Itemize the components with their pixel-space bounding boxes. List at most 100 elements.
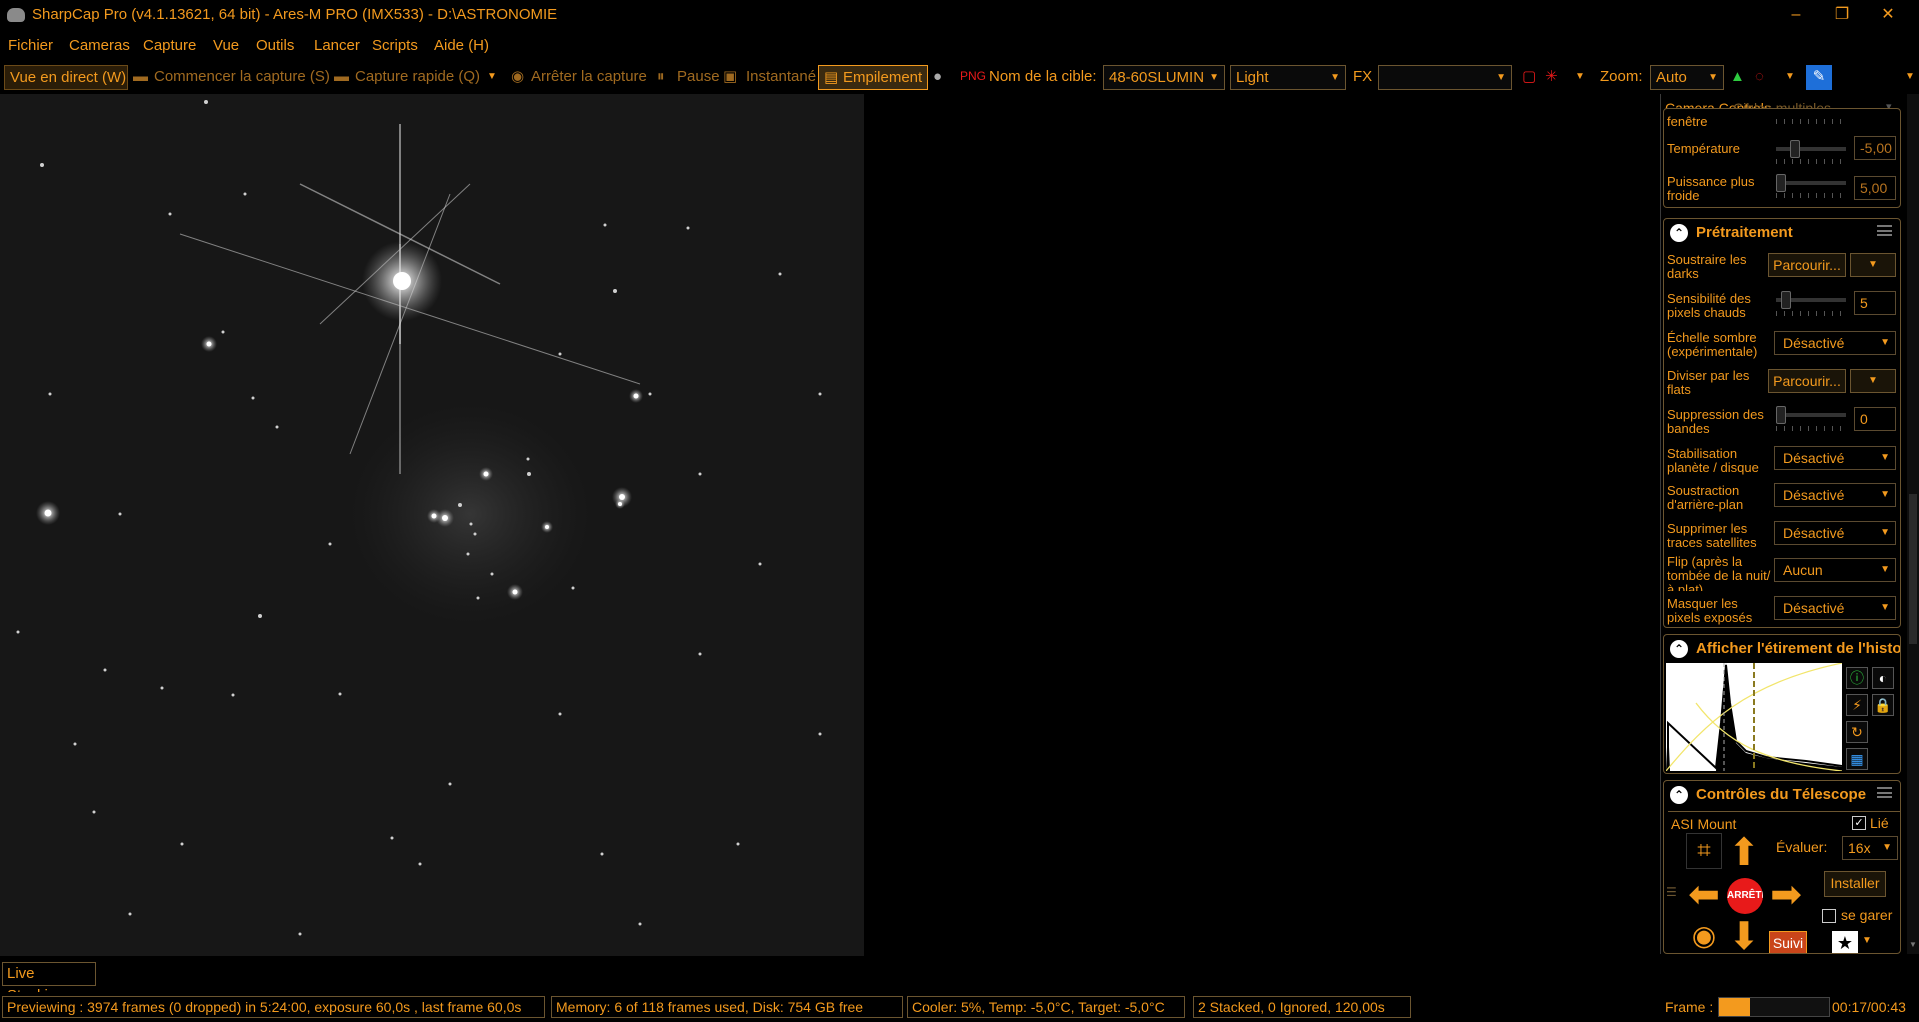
darks-dropdown[interactable]: ▼	[1850, 253, 1896, 277]
temperature-input[interactable]: -5,00	[1854, 136, 1896, 160]
move-south-button[interactable]: ⬇	[1724, 917, 1764, 953]
live-stacking-tab[interactable]: Live Stacking	[2, 962, 96, 1004]
menu-cameras[interactable]: Cameras	[69, 37, 130, 54]
restore-button[interactable]: ❐	[1819, 0, 1865, 30]
stop-button[interactable]: ARRÊTER	[1727, 878, 1763, 914]
menu-vue[interactable]: Vue	[213, 37, 239, 54]
cooler-power-slider-thumb[interactable]	[1776, 174, 1786, 192]
flip-select[interactable]: Aucun ▼	[1774, 558, 1896, 582]
stabilization-select[interactable]: Désactivé ▼	[1774, 446, 1896, 470]
menu-lancer[interactable]: Lancer	[314, 37, 360, 54]
viewer-background	[864, 94, 1654, 956]
install-button[interactable]: Installer	[1824, 871, 1886, 897]
background-subtraction-select[interactable]: Désactivé ▼	[1774, 483, 1896, 507]
stop-capture-button[interactable]: Arrêter la capture	[531, 65, 647, 90]
menu-scripts[interactable]: Scripts	[372, 37, 418, 54]
spiral-search-icon[interactable]: ⌗	[1686, 833, 1722, 869]
stop-circle-icon: ◉	[511, 68, 525, 85]
status-memory: Memory: 6 of 118 frames used, Disk: 754 …	[551, 996, 903, 1018]
hot-pixel-input[interactable]: 5	[1854, 291, 1896, 315]
move-west-button[interactable]: ⬅	[1684, 875, 1724, 915]
stacking-button[interactable]: ▤ Empilement	[818, 65, 928, 90]
rate-select[interactable]: 16x ▼	[1842, 836, 1898, 860]
telescope-header[interactable]: ⌃ Contrôles du Télescope	[1670, 786, 1866, 806]
lock-icon[interactable]: 🔒	[1872, 694, 1894, 716]
preprocessing-header[interactable]: ⌃ Prétraitement	[1670, 224, 1793, 244]
quick-capture-dropdown-icon[interactable]: ▼	[487, 65, 497, 90]
flats-dropdown[interactable]: ▼	[1850, 369, 1896, 393]
crosshair-icon[interactable]: ✳	[1545, 65, 1558, 90]
moon-icon[interactable]: ●	[933, 65, 942, 90]
info-icon[interactable]: ⓘ	[1846, 667, 1868, 689]
banding-input[interactable]: 0	[1854, 407, 1896, 431]
satellite-value: Désactivé	[1783, 525, 1845, 541]
menu-fichier[interactable]: Fichier	[8, 37, 53, 54]
temperature-slider-thumb[interactable]	[1790, 140, 1800, 158]
scroll-down-icon[interactable]: ▼	[1909, 940, 1917, 949]
histogram-icon[interactable]: ▲	[1730, 65, 1745, 90]
menu-capture[interactable]: Capture	[143, 37, 196, 54]
banding-slider-ticks	[1776, 426, 1846, 431]
star-icon[interactable]: ★	[1832, 931, 1858, 953]
reset-icon[interactable]: ↻	[1846, 721, 1868, 743]
browse-flats-button[interactable]: Parcourir...	[1768, 369, 1846, 393]
target-name-select[interactable]: 48-60SLUMIN ▼	[1103, 65, 1225, 90]
overlay-dropdown-icon[interactable]: ▼	[1575, 65, 1585, 90]
banding-slider-thumb[interactable]	[1776, 406, 1786, 424]
hot-pixel-slider[interactable]	[1776, 291, 1846, 309]
rate-value: 16x	[1848, 840, 1871, 856]
histogram-header[interactable]: ⌃ Afficher l'étirement de l'histogramme	[1670, 640, 1900, 660]
rate-label: Évaluer:	[1776, 839, 1828, 855]
menu-icon[interactable]	[1877, 225, 1892, 236]
dark-scale-select[interactable]: Désactivé ▼	[1774, 331, 1896, 355]
linked-checkbox[interactable]: ✓	[1852, 816, 1866, 830]
mask-exposed-select[interactable]: Désactivé ▼	[1774, 596, 1896, 620]
start-capture-button[interactable]: Commencer la capture (S)	[154, 65, 330, 90]
live-view-button[interactable]: Vue en direct (W)	[4, 65, 128, 90]
move-north-button[interactable]: ⬆	[1724, 833, 1764, 873]
snapshot-button[interactable]: Instantané	[746, 65, 816, 90]
move-east-button[interactable]: ➡	[1766, 875, 1806, 915]
toolbar-overflow-icon[interactable]: ▼	[1905, 65, 1915, 90]
save-icon[interactable]: ▦	[1846, 748, 1868, 770]
fx-select[interactable]: ▼	[1378, 65, 1512, 90]
park-checkbox[interactable]	[1822, 909, 1836, 923]
collapse-icon[interactable]: ⌃	[1670, 224, 1688, 243]
panel-scrollbar[interactable]: ▼	[1907, 94, 1919, 954]
menu-outils[interactable]: Outils	[256, 37, 294, 54]
scrollbar-thumb[interactable]	[1909, 494, 1917, 644]
dark-scale-value: Désactivé	[1783, 335, 1845, 351]
png-icon[interactable]: PNG	[960, 65, 986, 90]
home-target-icon[interactable]: ◉	[1686, 919, 1722, 953]
temperature-slider[interactable]	[1776, 140, 1846, 158]
cooler-power-input[interactable]: 5,00	[1854, 176, 1896, 200]
hot-pixel-slider-thumb[interactable]	[1781, 291, 1791, 309]
pause-button[interactable]: Pause	[677, 65, 720, 90]
menu-aide[interactable]: Aide (H)	[434, 37, 489, 54]
frame-type-select[interactable]: Light ▼	[1230, 65, 1346, 90]
linked-label: Lié	[1870, 815, 1889, 831]
quick-capture-button[interactable]: Capture rapide (Q)	[355, 65, 480, 90]
banding-slider[interactable]	[1776, 406, 1846, 424]
contrast-icon[interactable]: ◐	[1872, 667, 1894, 689]
histogram-chart[interactable]	[1666, 663, 1842, 771]
chevron-down-icon: ▼	[1880, 602, 1890, 613]
cooler-power-slider[interactable]	[1776, 174, 1846, 192]
roi-icon[interactable]: ▢	[1522, 65, 1536, 90]
satellite-select[interactable]: Désactivé ▼	[1774, 521, 1896, 545]
image-viewer[interactable]	[0, 94, 864, 956]
browse-darks-button[interactable]: Parcourir...	[1768, 253, 1846, 277]
chevron-down-icon[interactable]: ▼	[1862, 935, 1872, 946]
auto-stretch-icon[interactable]: ⚡	[1846, 694, 1868, 716]
close-button[interactable]: ✕	[1865, 0, 1911, 30]
minimize-button[interactable]: –	[1773, 0, 1819, 30]
collapse-icon[interactable]: ⌃	[1670, 640, 1688, 659]
menu-icon[interactable]	[1877, 787, 1892, 798]
annotate-icon[interactable]: ✎	[1806, 65, 1832, 90]
tools-dropdown-icon[interactable]: ▼	[1785, 65, 1795, 90]
collapse-icon[interactable]: ⌃	[1670, 786, 1688, 805]
timer-icon[interactable]: ◌	[1755, 65, 1764, 90]
tracking-button[interactable]: Suivi	[1769, 931, 1807, 953]
zoom-select[interactable]: Auto ▼	[1650, 65, 1724, 90]
snapshot-icon: ▣	[723, 68, 738, 85]
